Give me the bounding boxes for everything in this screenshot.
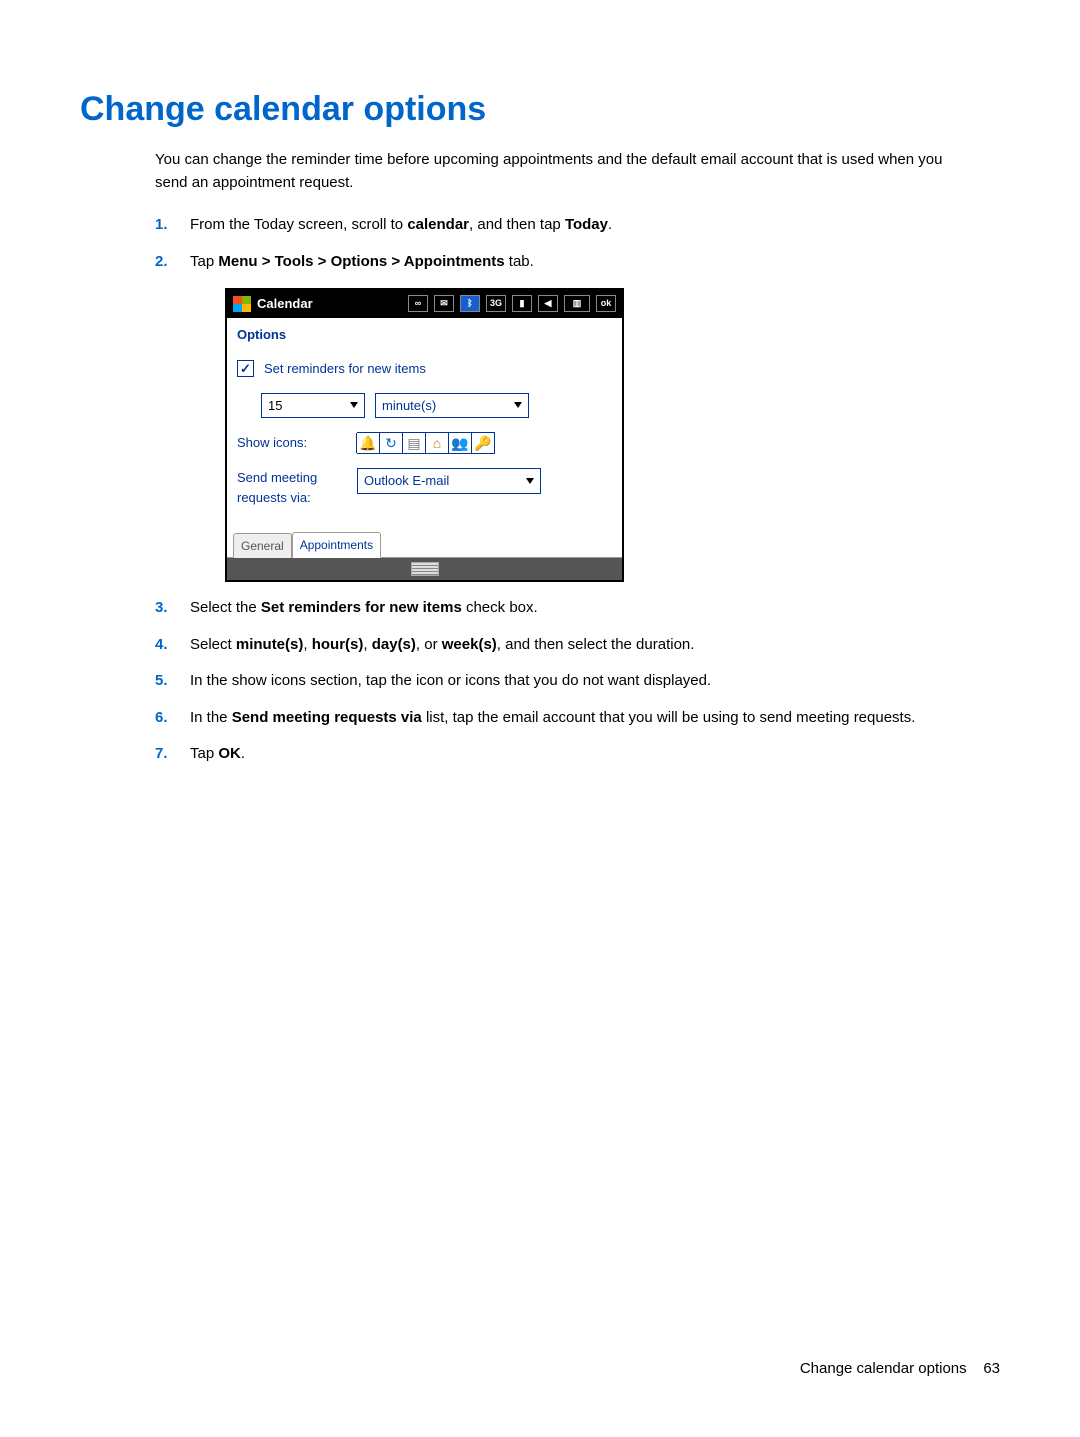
text-bold: Today — [565, 216, 608, 233]
bell-icon[interactable]: 🔔 — [356, 433, 380, 453]
steps-list: From the Today screen, scroll to calenda… — [155, 214, 975, 766]
reminder-checkbox-label: Set reminders for new items — [264, 359, 426, 379]
text-bold: day(s) — [372, 636, 416, 653]
mail-icon: ✉ — [434, 295, 454, 312]
text-bold: OK — [218, 745, 241, 762]
text-bold: minute(s) — [236, 636, 304, 653]
tab-strip: General Appointments — [227, 533, 622, 558]
options-header: Options — [227, 318, 622, 352]
page-number: 63 — [983, 1360, 1000, 1377]
text: requests via: — [237, 490, 311, 505]
text: check box. — [462, 599, 538, 616]
text: Tap — [190, 745, 218, 762]
page-title: Change calendar options — [80, 90, 1000, 129]
tab-appointments[interactable]: Appointments — [292, 532, 381, 558]
text: , — [303, 636, 311, 653]
text-bold: week(s) — [442, 636, 497, 653]
chevron-down-icon — [526, 478, 534, 484]
text-bold: Send meeting requests via — [232, 709, 422, 726]
battery-icon: ▥ — [564, 295, 590, 312]
step-7: Tap OK. — [155, 743, 975, 766]
step-5: In the show icons section, tap the icon … — [155, 670, 975, 693]
device-bottombar — [227, 558, 622, 580]
step-3: Select the Set reminders for new items c… — [155, 597, 975, 620]
text: , or — [416, 636, 442, 653]
chevron-down-icon — [350, 402, 358, 408]
text: . — [608, 216, 612, 233]
text: In the show icons section, tap the icon … — [190, 672, 711, 689]
text: , — [363, 636, 371, 653]
footer-label: Change calendar options — [800, 1360, 967, 1377]
bluetooth-icon: ᛒ — [460, 295, 480, 312]
text: , and then select the duration. — [497, 636, 695, 653]
step-1: From the Today screen, scroll to calenda… — [155, 214, 975, 237]
reminder-checkbox-row: ✓ Set reminders for new items — [237, 359, 612, 379]
reminder-unit-select[interactable]: minute(s) — [375, 393, 529, 419]
select-value: minute(s) — [382, 396, 436, 416]
volume-icon: ◀ — [538, 295, 558, 312]
select-value: 15 — [268, 396, 282, 416]
location-icon[interactable]: ⌂ — [425, 433, 449, 453]
text: list, tap the email account that you wil… — [422, 709, 916, 726]
show-icons-row: Show icons: 🔔 ↻ ▤ ⌂ 👥 🔑 — [237, 432, 612, 454]
options-content: ✓ Set reminders for new items 15 minute(… — [227, 351, 622, 533]
text-bold: Menu > Tools > Options > Appointments — [218, 253, 504, 270]
step-2: Tap Menu > Tools > Options > Appointment… — [155, 251, 975, 583]
keyboard-icon[interactable] — [411, 562, 439, 576]
private-icon[interactable]: 🔑 — [471, 433, 495, 453]
text: Send meeting — [237, 470, 317, 485]
device-titlebar: Calendar ∞ ✉ ᛒ 3G ▮ ◀ ▥ ok — [227, 290, 622, 318]
recurring-icon[interactable]: ↻ — [379, 433, 403, 453]
signal-icon: ▮ — [512, 295, 532, 312]
network-3g-icon: 3G — [486, 295, 506, 312]
page: Change calendar options You can change t… — [0, 0, 1080, 1437]
reminder-number-select[interactable]: 15 — [261, 393, 365, 419]
chevron-down-icon — [514, 402, 522, 408]
icon-toggle-group: 🔔 ↻ ▤ ⌂ 👥 🔑 — [357, 432, 495, 454]
tab-general[interactable]: General — [233, 533, 292, 558]
voicemail-icon: ∞ — [408, 295, 428, 312]
reminder-checkbox[interactable]: ✓ — [237, 360, 254, 377]
note-icon[interactable]: ▤ — [402, 433, 426, 453]
page-footer: Change calendar options 63 — [800, 1360, 1000, 1377]
show-icons-label: Show icons: — [237, 433, 347, 453]
text: Select — [190, 636, 236, 653]
step-6: In the Send meeting requests via list, t… — [155, 707, 975, 730]
text: Tap — [190, 253, 218, 270]
text: tab. — [505, 253, 534, 270]
text: , and then tap — [469, 216, 565, 233]
text: Select the — [190, 599, 261, 616]
reminder-value-row: 15 minute(s) — [237, 393, 612, 419]
ok-button[interactable]: ok — [596, 295, 616, 312]
intro-paragraph: You can change the reminder time before … — [155, 149, 975, 194]
step-4: Select minute(s), hour(s), day(s), or we… — [155, 634, 975, 657]
text: . — [241, 745, 245, 762]
text-bold: hour(s) — [312, 636, 364, 653]
text-bold: Set reminders for new items — [261, 599, 462, 616]
send-via-row: Send meeting requests via: Outlook E-mai… — [237, 468, 612, 507]
windows-logo-icon — [233, 296, 251, 312]
text: From the Today screen, scroll to — [190, 216, 407, 233]
text: In the — [190, 709, 232, 726]
attendees-icon[interactable]: 👥 — [448, 433, 472, 453]
app-title: Calendar — [257, 294, 313, 314]
text-bold: calendar — [407, 216, 469, 233]
device-screenshot: Calendar ∞ ✉ ᛒ 3G ▮ ◀ ▥ ok Options ✓ Set… — [225, 288, 624, 582]
send-via-label: Send meeting requests via: — [237, 468, 347, 507]
send-via-select[interactable]: Outlook E-mail — [357, 468, 541, 494]
select-value: Outlook E-mail — [364, 471, 449, 491]
